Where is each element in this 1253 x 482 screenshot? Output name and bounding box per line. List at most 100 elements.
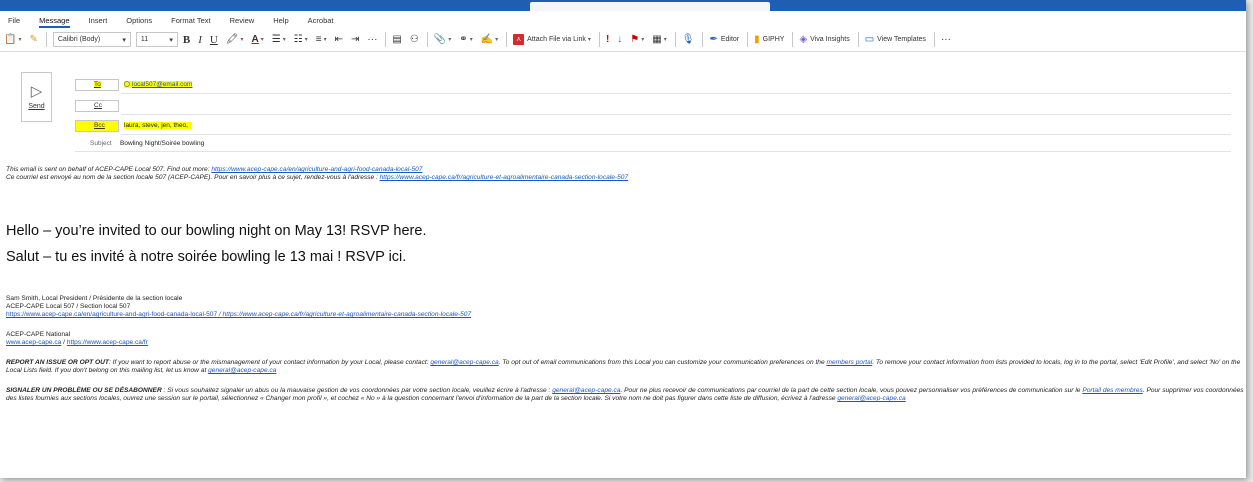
menu-acrobat[interactable]: Acrobat [308, 16, 334, 28]
font-name-select[interactable]: Calibri (Body) ▾ [52, 32, 131, 47]
message-body[interactable]: This email is sent on behalf of ACEP-CAP… [6, 166, 1246, 403]
more-format-button[interactable]: ··· [367, 31, 377, 48]
cc-button[interactable]: Cc [75, 99, 119, 112]
national-link-2[interactable]: https://www.acep-cape.ca/fr [67, 339, 148, 346]
follow-up-button[interactable]: ⚑ ▾ [630, 31, 644, 48]
check-names-button[interactable]: ⚇ [410, 31, 419, 48]
viva-insights-button[interactable]: ◈ Viva Insights [799, 31, 849, 48]
flag-icon: ⚑ [630, 33, 640, 45]
national-link-1[interactable]: www.acep-cape.ca [6, 339, 61, 346]
menu-insert[interactable]: Insert [89, 16, 108, 28]
menu-options[interactable]: Options [126, 16, 152, 28]
signature-button[interactable]: ✍ ▾ [481, 31, 498, 48]
subject-field[interactable]: Bowling Night/Soirée bowling [120, 140, 204, 147]
to-field[interactable]: local507@email.com [124, 81, 193, 88]
divider [674, 32, 676, 47]
giphy-button[interactable]: ▮ GIPHY [754, 31, 784, 48]
high-importance-button[interactable]: ! [606, 31, 609, 48]
signature-name: Sam Smith, Local President / Présidente … [6, 295, 183, 302]
signature-link-en[interactable]: https://www.acep-cape.ca/en/agriculture-… [6, 311, 217, 318]
report-en-email-link-2[interactable]: general@acep-cape.ca [208, 367, 276, 374]
bcc-field[interactable]: laura, steve, jen, theo, [124, 122, 192, 129]
menu-help[interactable]: Help [273, 16, 288, 28]
report-fr-email-link-2[interactable]: general@acep-cape.ca [837, 395, 905, 402]
members-portal-link[interactable]: members portal [826, 359, 872, 366]
divider [121, 93, 1231, 94]
portail-membres-link[interactable]: Portail des membres [1082, 387, 1142, 394]
bullets-button[interactable]: ☰ ▾ [272, 31, 286, 48]
chevron-down-icon: ▾ [587, 37, 591, 43]
font-size-select[interactable]: 11 ▾ [135, 32, 178, 47]
menu-message[interactable]: Message [39, 16, 70, 28]
font-color-button[interactable]: A ▾ [252, 31, 264, 48]
bcc-recipients: laura, steve, jen, theo, [124, 122, 188, 129]
link-button[interactable]: ⚭ ▾ [459, 31, 472, 48]
chevron-down-icon: ▾ [495, 37, 499, 43]
address-book-button[interactable]: ▤ [392, 31, 401, 48]
highlight-button[interactable]: 🖍 ▾ [226, 31, 244, 48]
to-recipient[interactable]: local507@email.com [132, 81, 192, 88]
chevron-down-icon: ▾ [122, 36, 126, 44]
menu-review[interactable]: Review [230, 16, 255, 28]
paste-button[interactable]: 📋 ▾ [4, 31, 21, 48]
align-icon: ≡ [315, 33, 322, 45]
ribbon-overflow-button[interactable]: ··· [941, 31, 951, 48]
italic-icon: I [198, 33, 202, 46]
decrease-indent-button[interactable]: ⇤ [335, 31, 343, 48]
numbering-button[interactable]: ☷ ▾ [294, 31, 308, 48]
highlighter-icon: 🖍 [225, 33, 239, 45]
menu-format-text[interactable]: Format Text [171, 16, 210, 28]
align-button[interactable]: ≡ ▾ [316, 31, 327, 48]
report-fr-email-link[interactable]: general@acep-cape.ca [552, 387, 620, 394]
underline-icon: U [209, 33, 218, 46]
exclamation-icon: ! [605, 33, 610, 45]
to-button[interactable]: To [75, 78, 119, 91]
bullet-list-icon: ☰ [271, 33, 281, 45]
increase-indent-button[interactable]: ⇥ [351, 31, 359, 48]
divider [933, 32, 935, 47]
title-bar [0, 0, 1246, 11]
divider [702, 32, 704, 47]
divider [121, 114, 1231, 115]
attach-via-link-button[interactable]: ⋏ Attach File via Link ▾ [513, 31, 591, 48]
national-links: www.acep-cape.ca / https://www.acep-cape… [6, 339, 1246, 347]
report-fr-text-2: . Pour ne plus recevoir de communication… [620, 387, 1083, 394]
view-templates-button[interactable]: ▭ View Templates [865, 31, 926, 48]
menu-file[interactable]: File [8, 16, 20, 28]
divider [598, 32, 600, 47]
subject-label: Subject [90, 140, 112, 147]
tags-button[interactable]: ▦ ▾ [652, 31, 666, 48]
format-painter-button[interactable]: ✎ [29, 31, 37, 48]
dictate-button[interactable]: 🎙 [682, 31, 695, 48]
report-en-email-link[interactable]: general@acep-cape.ca [430, 359, 498, 366]
attach-file-button[interactable]: 📎 ▾ [434, 31, 451, 48]
to-label: To [94, 81, 101, 88]
report-fr-heading: SIGNALER UN PROBLÈME OU SE DÉSABONNER [6, 387, 162, 394]
templates-icon: ▭ [864, 33, 875, 45]
bold-button[interactable]: B [183, 31, 190, 48]
greeting-en: Hello – you’re invited to our bowling ni… [6, 223, 427, 239]
divider [121, 134, 1231, 135]
bcc-button[interactable]: Bcc [75, 119, 119, 132]
report-en-text-2: . To opt out of email communications fro… [498, 359, 827, 366]
chevron-down-icon: ▾ [663, 37, 667, 43]
format-painter-icon: ✎ [29, 33, 38, 45]
chevron-down-icon: ▾ [641, 37, 645, 43]
chevron-down-icon: ▾ [18, 37, 22, 43]
greeting-fr: Salut – tu es invité à notre soirée bowl… [6, 249, 407, 265]
editor-button[interactable]: ✒ Editor [709, 31, 739, 48]
low-importance-button[interactable]: ↓ [617, 31, 622, 48]
italic-button[interactable]: I [198, 31, 202, 48]
address-book-icon: ▤ [392, 33, 402, 45]
underline-button[interactable]: U [210, 31, 218, 48]
search-box[interactable] [530, 2, 770, 11]
signature-link-fr[interactable]: https://www.acep-cape.ca/fr/agriculture-… [223, 311, 472, 318]
intro-fr-link[interactable]: https://www.acep-cape.ca/fr/agriculture-… [380, 174, 629, 181]
national-label: ACEP-CAPE National [6, 331, 71, 338]
send-button[interactable]: ▷ Send [21, 72, 52, 122]
intro-en-link[interactable]: https://www.acep-cape.ca/en/agriculture-… [211, 166, 422, 173]
divider [75, 151, 1231, 152]
intro-en: This email is sent on behalf of ACEP-CAP… [6, 166, 1246, 174]
signature-links: https://www.acep-cape.ca/en/agriculture-… [6, 311, 1246, 319]
font-color-icon: A [251, 33, 259, 45]
